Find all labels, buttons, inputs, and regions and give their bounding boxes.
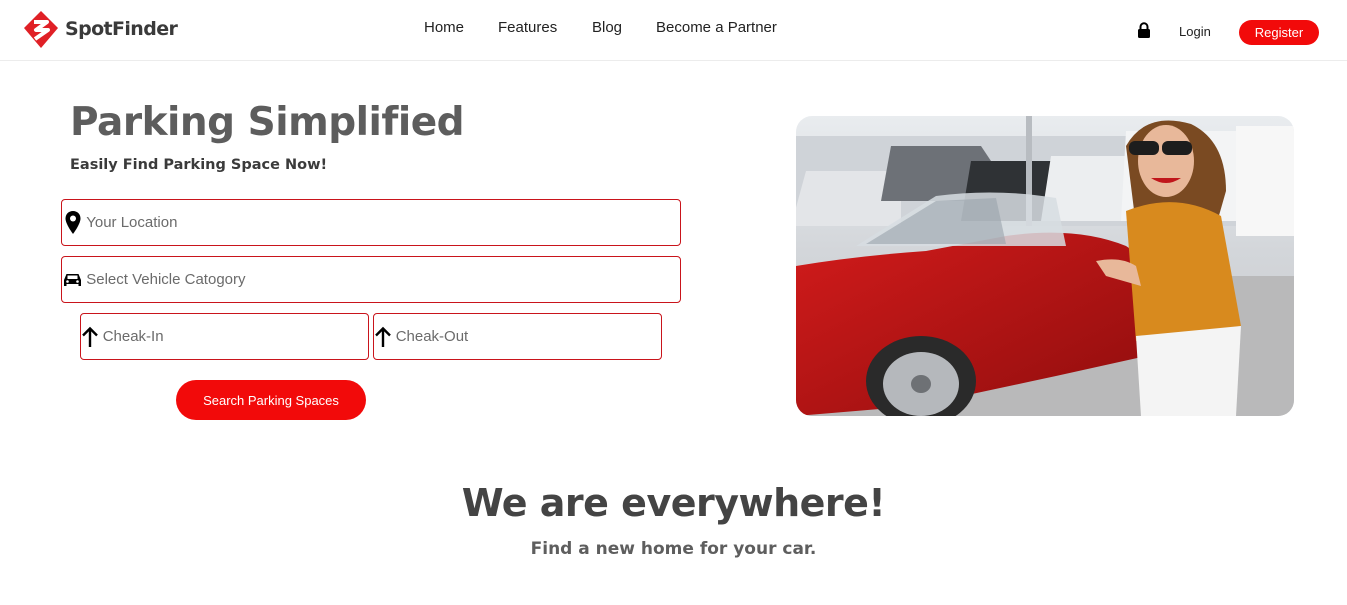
section-subtitle: Find a new home for your car. bbox=[530, 539, 817, 559]
section-title: We are everywhere! bbox=[461, 481, 886, 525]
vehicle-category-field[interactable] bbox=[61, 256, 681, 303]
checkin-field[interactable] bbox=[80, 313, 369, 360]
nav-become-partner[interactable]: Become a Partner bbox=[656, 19, 777, 36]
car-icon bbox=[62, 272, 83, 288]
login-link[interactable]: Login bbox=[1179, 24, 1211, 39]
location-input[interactable] bbox=[83, 200, 680, 245]
search-parking-button[interactable]: Search Parking Spaces bbox=[176, 380, 366, 420]
location-field[interactable] bbox=[61, 199, 681, 246]
checkin-input[interactable] bbox=[99, 314, 368, 359]
lock-icon bbox=[1138, 22, 1150, 38]
checkout-input[interactable] bbox=[392, 314, 661, 359]
checkout-field[interactable] bbox=[373, 313, 662, 360]
site-header: SpotFinder Home Features Blog Become a P… bbox=[0, 0, 1347, 61]
nav-features[interactable]: Features bbox=[498, 19, 557, 36]
hero-title: Parking Simplified bbox=[70, 100, 465, 145]
nav-home[interactable]: Home bbox=[424, 19, 464, 36]
arrow-up-icon bbox=[81, 326, 100, 348]
register-button[interactable]: Register bbox=[1239, 20, 1319, 45]
nav-blog[interactable]: Blog bbox=[592, 19, 622, 36]
map-pin-icon bbox=[62, 210, 83, 235]
vehicle-category-select[interactable] bbox=[83, 257, 680, 302]
hero-subtitle: Easily Find Parking Space Now! bbox=[70, 157, 328, 173]
hero-photo bbox=[796, 116, 1294, 416]
arrow-up-icon bbox=[374, 326, 393, 348]
